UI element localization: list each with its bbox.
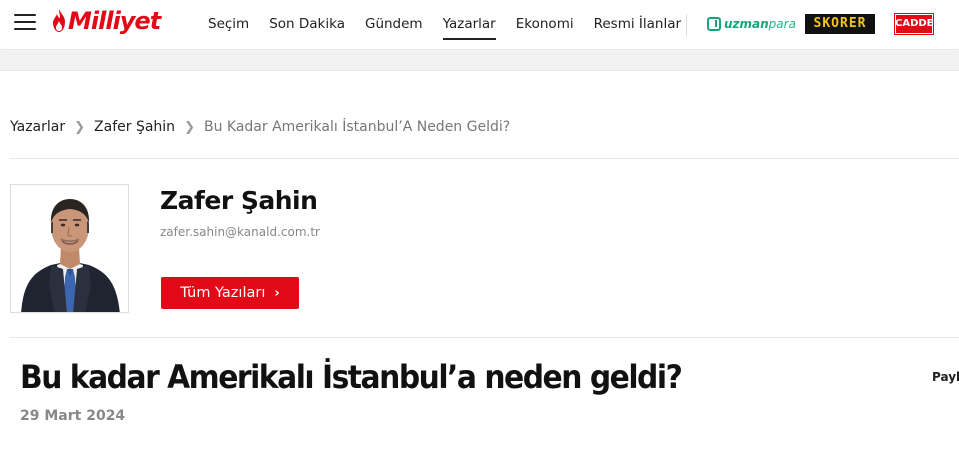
nav-item-son-dakika[interactable]: Son Dakika	[269, 0, 345, 50]
author-email: zafer.sahin@kanald.com.tr	[160, 225, 320, 239]
top-header: Milliyet Seçim Son Dakika Gündem Yazarla…	[0, 0, 959, 50]
breadcrumb-current: Bu Kadar Amerikalı İstanbul’A Neden Geld…	[203, 119, 511, 135]
breadcrumb-yazarlar-link[interactable]: Yazarlar	[10, 119, 65, 135]
nav-divider	[686, 14, 687, 36]
nav-item-resmi-ilanlar[interactable]: Resmi İlanlar	[594, 0, 681, 50]
divider	[10, 158, 959, 159]
ad-band	[0, 51, 959, 71]
chevron-right-icon: ›	[274, 285, 280, 301]
hamburger-menu-icon[interactable]	[14, 14, 36, 32]
breadcrumb: Yazarlar ❯ Zafer Şahin ❯ Bu Kadar Amerik…	[10, 119, 510, 135]
nav-item-yazarlar[interactable]: Yazarlar	[442, 0, 496, 50]
skorer-logo-link[interactable]: SKORER	[805, 14, 875, 34]
chevron-right-icon: ❯	[184, 119, 195, 135]
author-name[interactable]: Zafer Şahin	[160, 186, 318, 215]
flame-icon	[53, 9, 65, 32]
uzmanpara-wordmark: uzmanpara	[724, 17, 796, 31]
share-label[interactable]: Payl	[932, 370, 959, 384]
logo-wordmark: Milliyet	[68, 7, 161, 35]
nav-item-gundem[interactable]: Gündem	[365, 0, 423, 50]
all-posts-button[interactable]: Tüm Yazıları ›	[161, 277, 299, 309]
all-posts-button-label: Tüm Yazıları	[180, 285, 266, 301]
author-photo-illustration	[11, 185, 128, 312]
uzmanpara-logo-link[interactable]: uzmanpara	[707, 14, 796, 34]
milliyet-logo[interactable]: Milliyet	[51, 7, 161, 35]
author-avatar[interactable]	[10, 184, 129, 313]
chevron-right-icon: ❯	[74, 119, 86, 135]
nav-item-secim[interactable]: Seçim	[208, 0, 249, 50]
breadcrumb-author-link[interactable]: Zafer Şahin	[94, 119, 175, 135]
article-date: 29 Mart 2024	[20, 408, 126, 424]
uzmanpara-icon	[707, 17, 721, 31]
article-title: Bu kadar Amerikalı İstanbul’a neden geld…	[20, 358, 683, 396]
nav-item-ekonomi[interactable]: Ekonomi	[516, 0, 574, 50]
cadde-logo-link[interactable]: CADDE	[895, 14, 934, 34]
divider	[10, 337, 959, 338]
main-nav: Seçim Son Dakika Gündem Yazarlar Ekonomi…	[208, 0, 701, 50]
